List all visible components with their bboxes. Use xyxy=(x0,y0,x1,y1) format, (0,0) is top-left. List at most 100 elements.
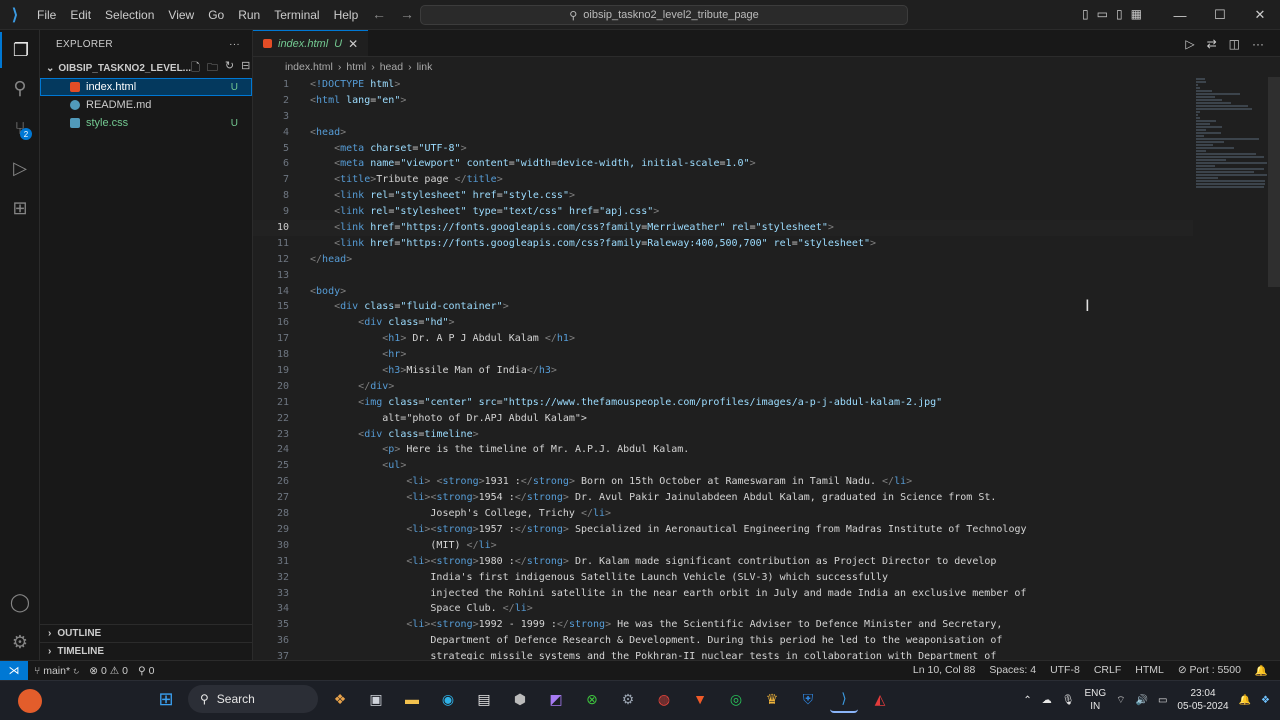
code-line[interactable]: 30 (MIT) </li> xyxy=(253,538,1193,554)
code-line[interactable]: 21 <img class="center" src="https://www.… xyxy=(253,395,1193,411)
explorer-files-icon[interactable]: ❐ xyxy=(0,32,40,68)
code-line[interactable]: 5 <meta charset="UTF-8"> xyxy=(253,141,1193,157)
code-line[interactable]: 24 <p> Here is the timeline of Mr. A.P.J… xyxy=(253,442,1193,458)
accounts-icon[interactable]: ◯ xyxy=(0,584,40,620)
copilot-tray-icon[interactable]: ❖ xyxy=(1261,695,1270,706)
code-line[interactable]: 9 <link rel="stylesheet" type="text/css"… xyxy=(253,204,1193,220)
code-line[interactable]: 23 <div class=timeline> xyxy=(253,427,1193,443)
minimize-icon[interactable]: — xyxy=(1160,0,1200,30)
code-line[interactable]: 7 <title>Tribute page </title> xyxy=(253,172,1193,188)
outline-section[interactable]: › OUTLINE xyxy=(40,624,253,642)
timeline-section[interactable]: › TIMELINE xyxy=(40,642,253,660)
chevron-up-icon[interactable]: ⌃ xyxy=(1023,695,1031,706)
microphone-icon[interactable]: 🎙 xyxy=(1062,695,1075,706)
defender-icon[interactable]: ⛨ xyxy=(794,685,822,713)
code-line[interactable]: 35 <li><strong>1992 - 1999 :</strong> He… xyxy=(253,617,1193,633)
file-readme-md[interactable]: README.md xyxy=(40,96,252,114)
menu-help[interactable]: Help xyxy=(327,8,366,22)
code-editor[interactable]: 1 <!DOCTYPE html> 2 <html lang="en"> 3 4 <head… xyxy=(253,77,1193,665)
battery-icon[interactable]: ▭ xyxy=(1158,695,1167,706)
breadcrumb-html[interactable]: html xyxy=(346,61,366,73)
minimap[interactable] xyxy=(1196,77,1268,197)
visual-studio-icon[interactable]: ◩ xyxy=(542,685,570,713)
menu-edit[interactable]: Edit xyxy=(63,8,98,22)
code-line[interactable]: 4 <head> xyxy=(253,125,1193,141)
workspace-folder[interactable]: ⌄ OIBSIP_TASKNO2_LEVEL... 🗋 🗀 ↻ ⊟ xyxy=(40,58,252,78)
more-actions-icon[interactable]: ··· xyxy=(1252,37,1264,51)
code-line[interactable]: 16 <div class="hd"> xyxy=(253,315,1193,331)
more-actions-icon[interactable]: ··· xyxy=(229,39,240,50)
file-explorer-icon[interactable]: ▬ xyxy=(398,685,426,713)
code-line[interactable]: 15 <div class="fluid-container"> xyxy=(253,299,1193,315)
code-line[interactable]: 2 <html lang="en"> xyxy=(253,93,1193,109)
toggle-panel-icon[interactable]: ▭ xyxy=(1097,7,1108,21)
start-windows-icon[interactable]: ⊞ xyxy=(152,685,180,713)
source-control-icon[interactable]: ⑂ 2 xyxy=(0,110,40,146)
close-window-icon[interactable]: ✕ xyxy=(1240,0,1280,30)
back-arrow-icon[interactable]: ← xyxy=(372,6,386,22)
code-line[interactable]: 22 alt="photo of Dr.APJ Abdul Kalam"> xyxy=(253,411,1193,427)
menu-view[interactable]: View xyxy=(161,8,201,22)
language-indicator[interactable]: ENG IN xyxy=(1084,687,1106,713)
menu-selection[interactable]: Selection xyxy=(98,8,161,22)
code-line[interactable]: 8 <link rel="stylesheet" href="style.css… xyxy=(253,188,1193,204)
new-folder-icon[interactable]: 🗀 xyxy=(207,59,218,78)
copilot-icon[interactable]: ❖ xyxy=(326,685,354,713)
code-line[interactable]: 28 Joseph's College, Trichy </li> xyxy=(253,506,1193,522)
live-server-port[interactable]: ⊘ Port : 5500 xyxy=(1178,664,1241,677)
microsoft-store-icon[interactable]: ▤ xyxy=(470,685,498,713)
search-view-icon[interactable]: ⚲ xyxy=(0,70,40,106)
ports-indicator[interactable]: ⚲ 0 xyxy=(138,665,154,677)
whatsapp-icon[interactable]: ◎ xyxy=(722,685,750,713)
branch-indicator[interactable]: ⑂ main* ↻ xyxy=(34,665,79,677)
language-mode[interactable]: HTML xyxy=(1135,664,1164,677)
file-index-html[interactable]: index.html U xyxy=(40,78,252,96)
run-icon[interactable]: ▷ xyxy=(1185,37,1194,51)
code-line[interactable]: 10 <link href="https://fonts.googleapis.… xyxy=(253,220,1193,236)
recording-app-icon[interactable]: ◭ xyxy=(866,685,894,713)
code-line[interactable]: 27 <li><strong>1954 :</strong> Dr. Avul … xyxy=(253,490,1193,506)
code-line[interactable]: 32 India's first indigenous Satellite La… xyxy=(253,570,1193,586)
toggle-secondary-sidebar-icon[interactable]: ▯ xyxy=(1116,7,1123,21)
new-file-icon[interactable]: 🗋 xyxy=(191,59,200,78)
vscode-taskbar-icon[interactable]: ⟩ xyxy=(830,685,858,713)
code-line[interactable]: 19 <h3>Missile Man of India</h3> xyxy=(253,363,1193,379)
code-line[interactable]: 12 </head> xyxy=(253,252,1193,268)
file-style-css[interactable]: style.css U xyxy=(40,114,252,132)
code-line[interactable]: 17 <h1> Dr. A P J Abdul Kalam </h1> xyxy=(253,331,1193,347)
taskbar-search[interactable]: ⚲ Search xyxy=(188,685,318,713)
code-line[interactable]: 13 xyxy=(253,268,1193,284)
extensions-icon[interactable]: ⊞ xyxy=(0,190,40,226)
clock[interactable]: 23:04 05-05-2024 xyxy=(1177,687,1228,713)
app-icon[interactable]: ⬢ xyxy=(506,685,534,713)
breadcrumb-file[interactable]: index.html xyxy=(285,61,333,73)
menu-file[interactable]: File xyxy=(30,8,63,22)
notification-bell-icon[interactable]: 🔔 xyxy=(1239,695,1251,706)
code-line[interactable]: 29 <li><strong>1957 :</strong> Specializ… xyxy=(253,522,1193,538)
close-tab-icon[interactable]: ✕ xyxy=(348,37,358,51)
open-changes-icon[interactable]: ⇄ xyxy=(1207,37,1217,51)
code-line[interactable]: 20 </div> xyxy=(253,379,1193,395)
collapse-all-icon[interactable]: ⊟ xyxy=(241,59,250,78)
remote-indicator-icon[interactable]: ⋊ xyxy=(0,660,28,681)
trophy-app-icon[interactable]: ♛ xyxy=(758,685,786,713)
breadcrumb-head[interactable]: head xyxy=(380,61,403,73)
code-line[interactable]: 1 <!DOCTYPE html> xyxy=(253,77,1193,93)
code-line[interactable]: 36 Department of Defence Research & Deve… xyxy=(253,633,1193,649)
indentation[interactable]: Spaces: 4 xyxy=(989,664,1036,677)
code-line[interactable]: 11 <link href="https://fonts.googleapis.… xyxy=(253,236,1193,252)
code-line[interactable]: 33 injected the Rohini satellite in the … xyxy=(253,586,1193,602)
breadcrumb-link[interactable]: link xyxy=(417,61,433,73)
menu-terminal[interactable]: Terminal xyxy=(267,8,326,22)
chrome-icon[interactable]: ◍ xyxy=(650,685,678,713)
onedrive-cloud-icon[interactable]: ☁ xyxy=(1042,695,1052,706)
forward-arrow-icon[interactable]: → xyxy=(400,6,414,22)
wifi-icon[interactable]: ⌔ xyxy=(1116,694,1125,707)
code-line[interactable]: 31 <li><strong>1980 :</strong> Dr. Kalam… xyxy=(253,554,1193,570)
code-line[interactable]: 34 Space Club. </li> xyxy=(253,601,1193,617)
widgets-icon[interactable] xyxy=(18,689,42,713)
brave-icon[interactable]: ▼ xyxy=(686,685,714,713)
toggle-sidebar-icon[interactable]: ▯ xyxy=(1082,7,1089,21)
end-of-line[interactable]: CRLF xyxy=(1094,664,1121,677)
settings-gear-icon[interactable]: ⚙ xyxy=(0,624,40,660)
